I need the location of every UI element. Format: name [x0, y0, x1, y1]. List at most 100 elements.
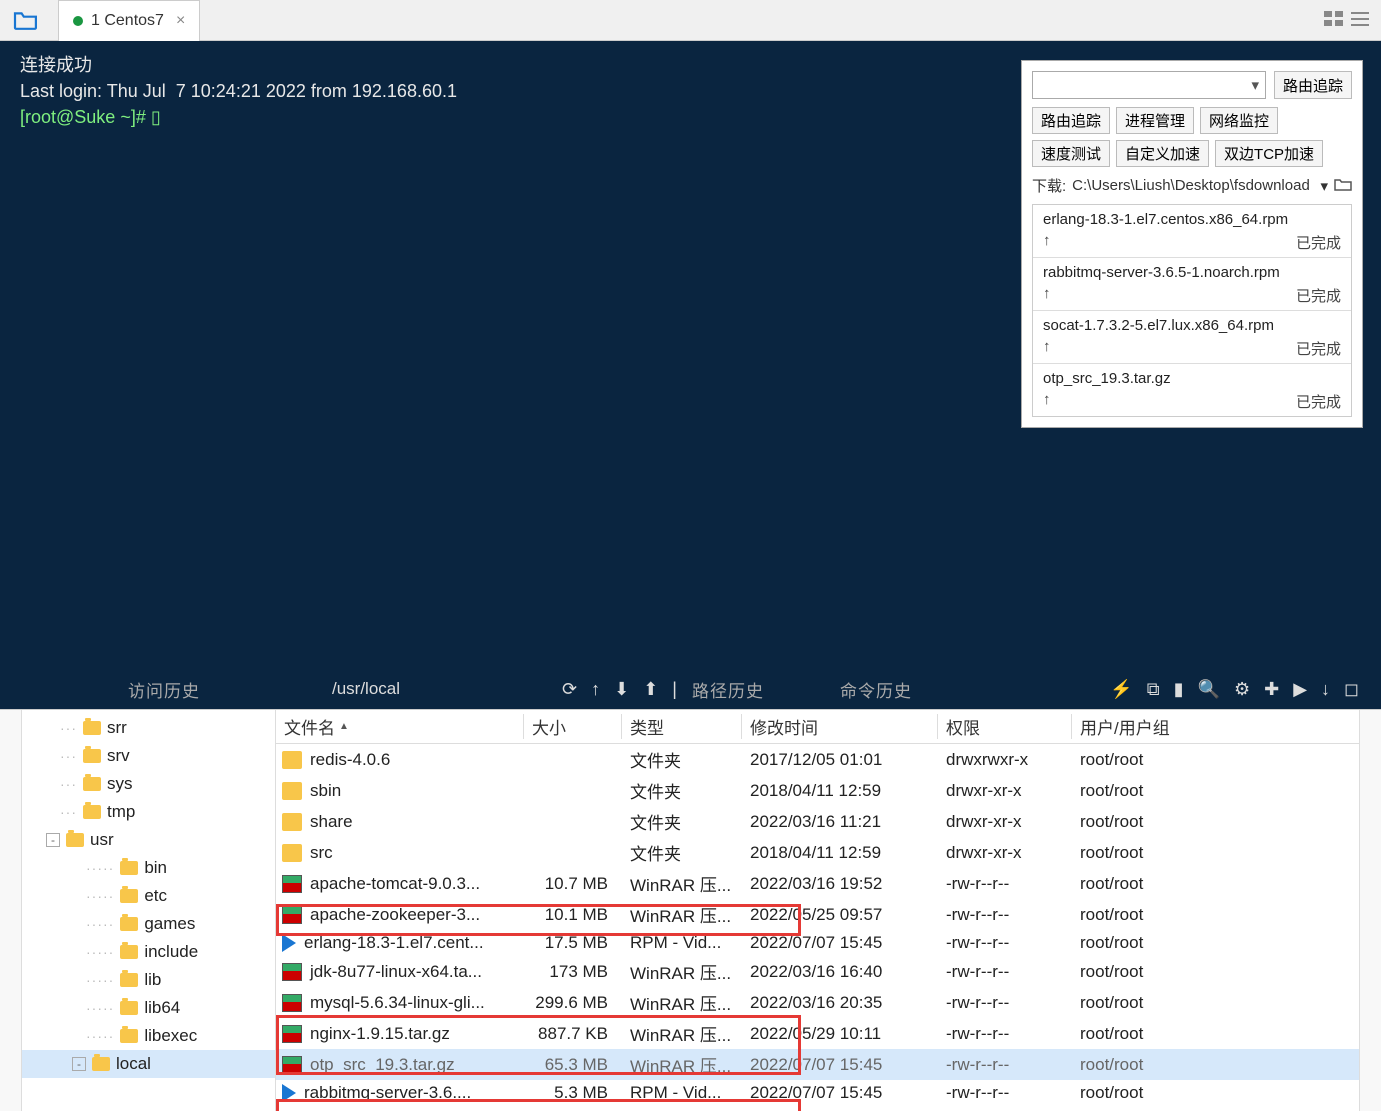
download-item[interactable]: erlang-18.3-1.el7.centos.x86_64.rpm ↑已完成	[1033, 205, 1351, 258]
file-perm: -rw-r--r--	[938, 1055, 1072, 1075]
tree-item-games[interactable]: ·····games	[22, 910, 275, 938]
menu-icon[interactable]	[1349, 10, 1371, 28]
col-header-date[interactable]: 修改时间	[742, 714, 938, 739]
file-type: WinRAR 压...	[622, 959, 742, 984]
tree-expand-icon[interactable]: -	[46, 833, 60, 847]
tree-item-srr[interactable]: ···srr	[22, 714, 275, 742]
tree-item-usr[interactable]: -usr	[22, 826, 275, 854]
tree-item-srv[interactable]: ···srv	[22, 742, 275, 770]
tree-item-lib[interactable]: ·····lib	[22, 966, 275, 994]
cmd-history-link[interactable]: 命令历史	[840, 677, 912, 702]
visit-history-link[interactable]: 访问历史	[128, 677, 200, 702]
folder-open-icon[interactable]	[1334, 177, 1352, 195]
copy-icon[interactable]: ⧉	[1147, 679, 1160, 700]
file-row[interactable]: erlang-18.3-1.el7.cent...17.5 MBRPM - Vi…	[276, 930, 1359, 956]
trace-button[interactable]: 路由追踪	[1274, 71, 1352, 99]
tree-item-libexec[interactable]: ·····libexec	[22, 1022, 275, 1050]
upload-arrow-icon: ↑	[1043, 232, 1051, 253]
tree-item-local[interactable]: -local	[22, 1050, 275, 1078]
tool-btn-1[interactable]: 进程管理	[1116, 107, 1194, 134]
file-size: 173 MB	[524, 962, 622, 982]
file-row[interactable]: rabbitmq-server-3.6....5.3 MBRPM - Vid..…	[276, 1080, 1359, 1106]
tree-item-etc[interactable]: ·····etc	[22, 882, 275, 910]
tree-dots: ·····	[86, 888, 114, 904]
tool-btn-5[interactable]: 双边TCP加速	[1215, 140, 1323, 167]
tab-centos7[interactable]: 1 Centos7 ×	[58, 0, 200, 41]
folder-icon	[120, 861, 138, 875]
clipboard-icon[interactable]: ▮	[1174, 679, 1184, 700]
file-user: root/root	[1072, 874, 1222, 894]
file-size: 17.5 MB	[524, 933, 622, 953]
tool-btn-4[interactable]: 自定义加速	[1116, 140, 1209, 167]
grid-view-icon[interactable]	[1323, 10, 1345, 28]
download-item[interactable]: rabbitmq-server-3.6.5-1.noarch.rpm ↑已完成	[1033, 258, 1351, 311]
left-splitter[interactable]	[0, 710, 22, 1111]
file-row[interactable]: redis-4.0.6.tar.gz1.6 MBWinRAR 压...2022/…	[276, 1106, 1359, 1111]
tree-item-label: games	[144, 914, 195, 934]
folder-icon	[92, 1057, 110, 1071]
upload-arrow-icon: ↑	[1043, 338, 1051, 359]
download-arrow-icon[interactable]: ↓	[1321, 679, 1330, 700]
rar-icon	[282, 994, 302, 1012]
refresh-icon[interactable]: ⟳	[562, 679, 577, 700]
chevron-down-icon[interactable]: ▾	[1320, 177, 1328, 195]
tree-item-sys[interactable]: ···sys	[22, 770, 275, 798]
folder-icon	[120, 1029, 138, 1043]
file-row[interactable]: sbin文件夹2018/04/11 12:59drwxr-xr-xroot/ro…	[276, 775, 1359, 806]
download-path: C:\Users\Liush\Desktop\fsdownload	[1072, 177, 1314, 194]
stop-icon[interactable]: ◻	[1344, 679, 1359, 700]
file-row[interactable]: apache-tomcat-9.0.3...10.7 MBWinRAR 压...…	[276, 868, 1359, 899]
play-icon[interactable]: ▶	[1293, 679, 1307, 700]
path-history-link[interactable]: 路径历史	[692, 677, 764, 702]
col-header-perm[interactable]: 权限	[938, 714, 1072, 739]
file-row[interactable]: share文件夹2022/03/16 11:21drwxr-xr-xroot/r…	[276, 806, 1359, 837]
file-date: 2022/05/29 10:11	[742, 1024, 938, 1044]
upload-to-icon[interactable]: ⬆	[643, 679, 658, 700]
file-perm: -rw-r--r--	[938, 1083, 1072, 1103]
tree-item-include[interactable]: ·····include	[22, 938, 275, 966]
col-header-size[interactable]: 大小	[524, 714, 622, 739]
trace-input[interactable]	[1033, 72, 1245, 98]
bolt-icon[interactable]: ⚡	[1110, 679, 1132, 700]
file-row[interactable]: redis-4.0.6文件夹2017/12/05 01:01drwxrwxr-x…	[276, 744, 1359, 775]
open-folder-icon[interactable]	[12, 9, 40, 31]
tree-item-label: bin	[144, 858, 167, 878]
file-row[interactable]: otp_src_19.3.tar.gz65.3 MBWinRAR 压...202…	[276, 1049, 1359, 1080]
file-user: root/root	[1072, 812, 1222, 832]
download-item[interactable]: otp_src_19.3.tar.gz ↑已完成	[1033, 364, 1351, 416]
col-header-type[interactable]: 类型	[622, 714, 742, 739]
tree-dots: ···	[60, 720, 77, 736]
file-list: 文件名▲ 大小 类型 修改时间 权限 用户/用户组 redis-4.0.6文件夹…	[276, 710, 1359, 1111]
search-icon[interactable]: 🔍	[1198, 679, 1220, 700]
download-item[interactable]: socat-1.7.3.2-5.el7.lux.x86_64.rpm ↑已完成	[1033, 311, 1351, 364]
right-splitter[interactable]	[1359, 710, 1381, 1111]
tree-expand-icon[interactable]: -	[72, 1057, 86, 1071]
tool-btn-0[interactable]: 路由追踪	[1032, 107, 1110, 134]
tree-item-tmp[interactable]: ···tmp	[22, 798, 275, 826]
file-type: WinRAR 压...	[622, 871, 742, 896]
tool-btn-3[interactable]: 速度测试	[1032, 140, 1110, 167]
file-row[interactable]: apache-zookeeper-3...10.1 MBWinRAR 压...2…	[276, 899, 1359, 930]
col-header-name[interactable]: 文件名▲	[276, 714, 524, 739]
plus-icon[interactable]: ✚	[1264, 679, 1279, 700]
file-row[interactable]: nginx-1.9.15.tar.gz887.7 KBWinRAR 压...20…	[276, 1018, 1359, 1049]
file-name: sbin	[310, 781, 341, 801]
tree-item-lib64[interactable]: ·····lib64	[22, 994, 275, 1022]
file-name: nginx-1.9.15.tar.gz	[310, 1024, 450, 1044]
current-path[interactable]: /usr/local	[332, 679, 400, 699]
file-name: jdk-8u77-linux-x64.ta...	[310, 962, 482, 982]
tab-close-icon[interactable]: ×	[176, 12, 185, 30]
file-row[interactable]: jdk-8u77-linux-x64.ta... 173 MBWinRAR 压..…	[276, 956, 1359, 987]
tree-item-bin[interactable]: ·····bin	[22, 854, 275, 882]
file-perm: -rw-r--r--	[938, 962, 1072, 982]
tool-btn-2[interactable]: 网络监控	[1200, 107, 1278, 134]
download-icon[interactable]: ⬇	[614, 679, 629, 700]
file-row[interactable]: src文件夹2018/04/11 12:59drwxr-xr-xroot/roo…	[276, 837, 1359, 868]
file-type: 文件夹	[622, 809, 742, 834]
upload-icon[interactable]: ↑	[591, 679, 600, 700]
gear-icon[interactable]: ⚙	[1234, 679, 1250, 700]
col-header-user[interactable]: 用户/用户组	[1072, 714, 1222, 739]
file-name: rabbitmq-server-3.6....	[304, 1083, 471, 1103]
file-row[interactable]: mysql-5.6.34-linux-gli...299.6 MBWinRAR …	[276, 987, 1359, 1018]
trace-dropdown-icon[interactable]: ▾	[1245, 76, 1265, 94]
